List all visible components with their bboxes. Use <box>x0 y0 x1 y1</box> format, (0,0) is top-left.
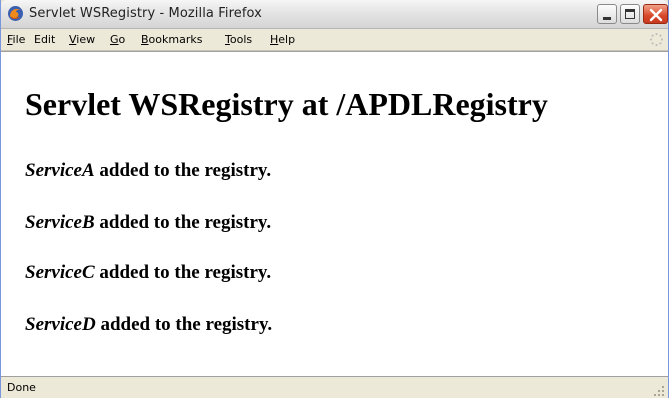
maximize-button[interactable] <box>620 4 640 24</box>
menu-edit[interactable]: Edit <box>34 33 55 46</box>
registry-message-a: ServiceA added to the registry. <box>25 161 271 180</box>
resize-grip-icon[interactable] <box>653 385 665 397</box>
service-name: ServiceC <box>25 262 95 283</box>
minimize-button[interactable] <box>597 4 617 24</box>
page-heading: Servlet WSRegistry at /APDLRegistry <box>25 86 548 122</box>
page-content: Servlet WSRegistry at /APDLRegistry Serv… <box>1 51 668 376</box>
close-icon <box>649 8 663 22</box>
maximize-icon <box>625 9 635 19</box>
service-name: ServiceD <box>25 314 96 335</box>
registry-message-d: ServiceD added to the registry. <box>25 315 272 334</box>
service-name: ServiceA <box>25 160 95 181</box>
firefox-icon <box>8 6 23 21</box>
throbber-icon <box>650 33 663 46</box>
title-bar[interactable]: Servlet WSRegistry - Mozilla Firefox <box>1 0 668 29</box>
menu-help[interactable]: Help <box>270 33 295 46</box>
menu-bookmarks[interactable]: Bookmarks <box>141 33 202 46</box>
menu-go[interactable]: Go <box>110 33 125 46</box>
menu-file[interactable]: File <box>7 33 25 46</box>
message-text: added to the registry. <box>99 212 272 233</box>
status-bar: Done <box>1 376 668 398</box>
minimize-icon <box>603 17 611 20</box>
menu-bar: File Edit View Go Bookmarks Tools Help <box>1 29 668 51</box>
browser-window: Servlet WSRegistry - Mozilla Firefox Fil… <box>0 0 669 398</box>
menu-tools[interactable]: Tools <box>225 33 252 46</box>
message-text: added to the registry. <box>99 262 272 283</box>
menu-view[interactable]: View <box>69 33 95 46</box>
window-title: Servlet WSRegistry - Mozilla Firefox <box>29 6 262 21</box>
close-button[interactable] <box>643 4 668 24</box>
message-text: added to the registry. <box>99 160 272 181</box>
service-name: ServiceB <box>25 212 95 233</box>
registry-message-c: ServiceC added to the registry. <box>25 263 271 282</box>
message-text: added to the registry. <box>100 314 273 335</box>
status-text: Done <box>7 381 36 394</box>
registry-message-b: ServiceB added to the registry. <box>25 213 271 232</box>
